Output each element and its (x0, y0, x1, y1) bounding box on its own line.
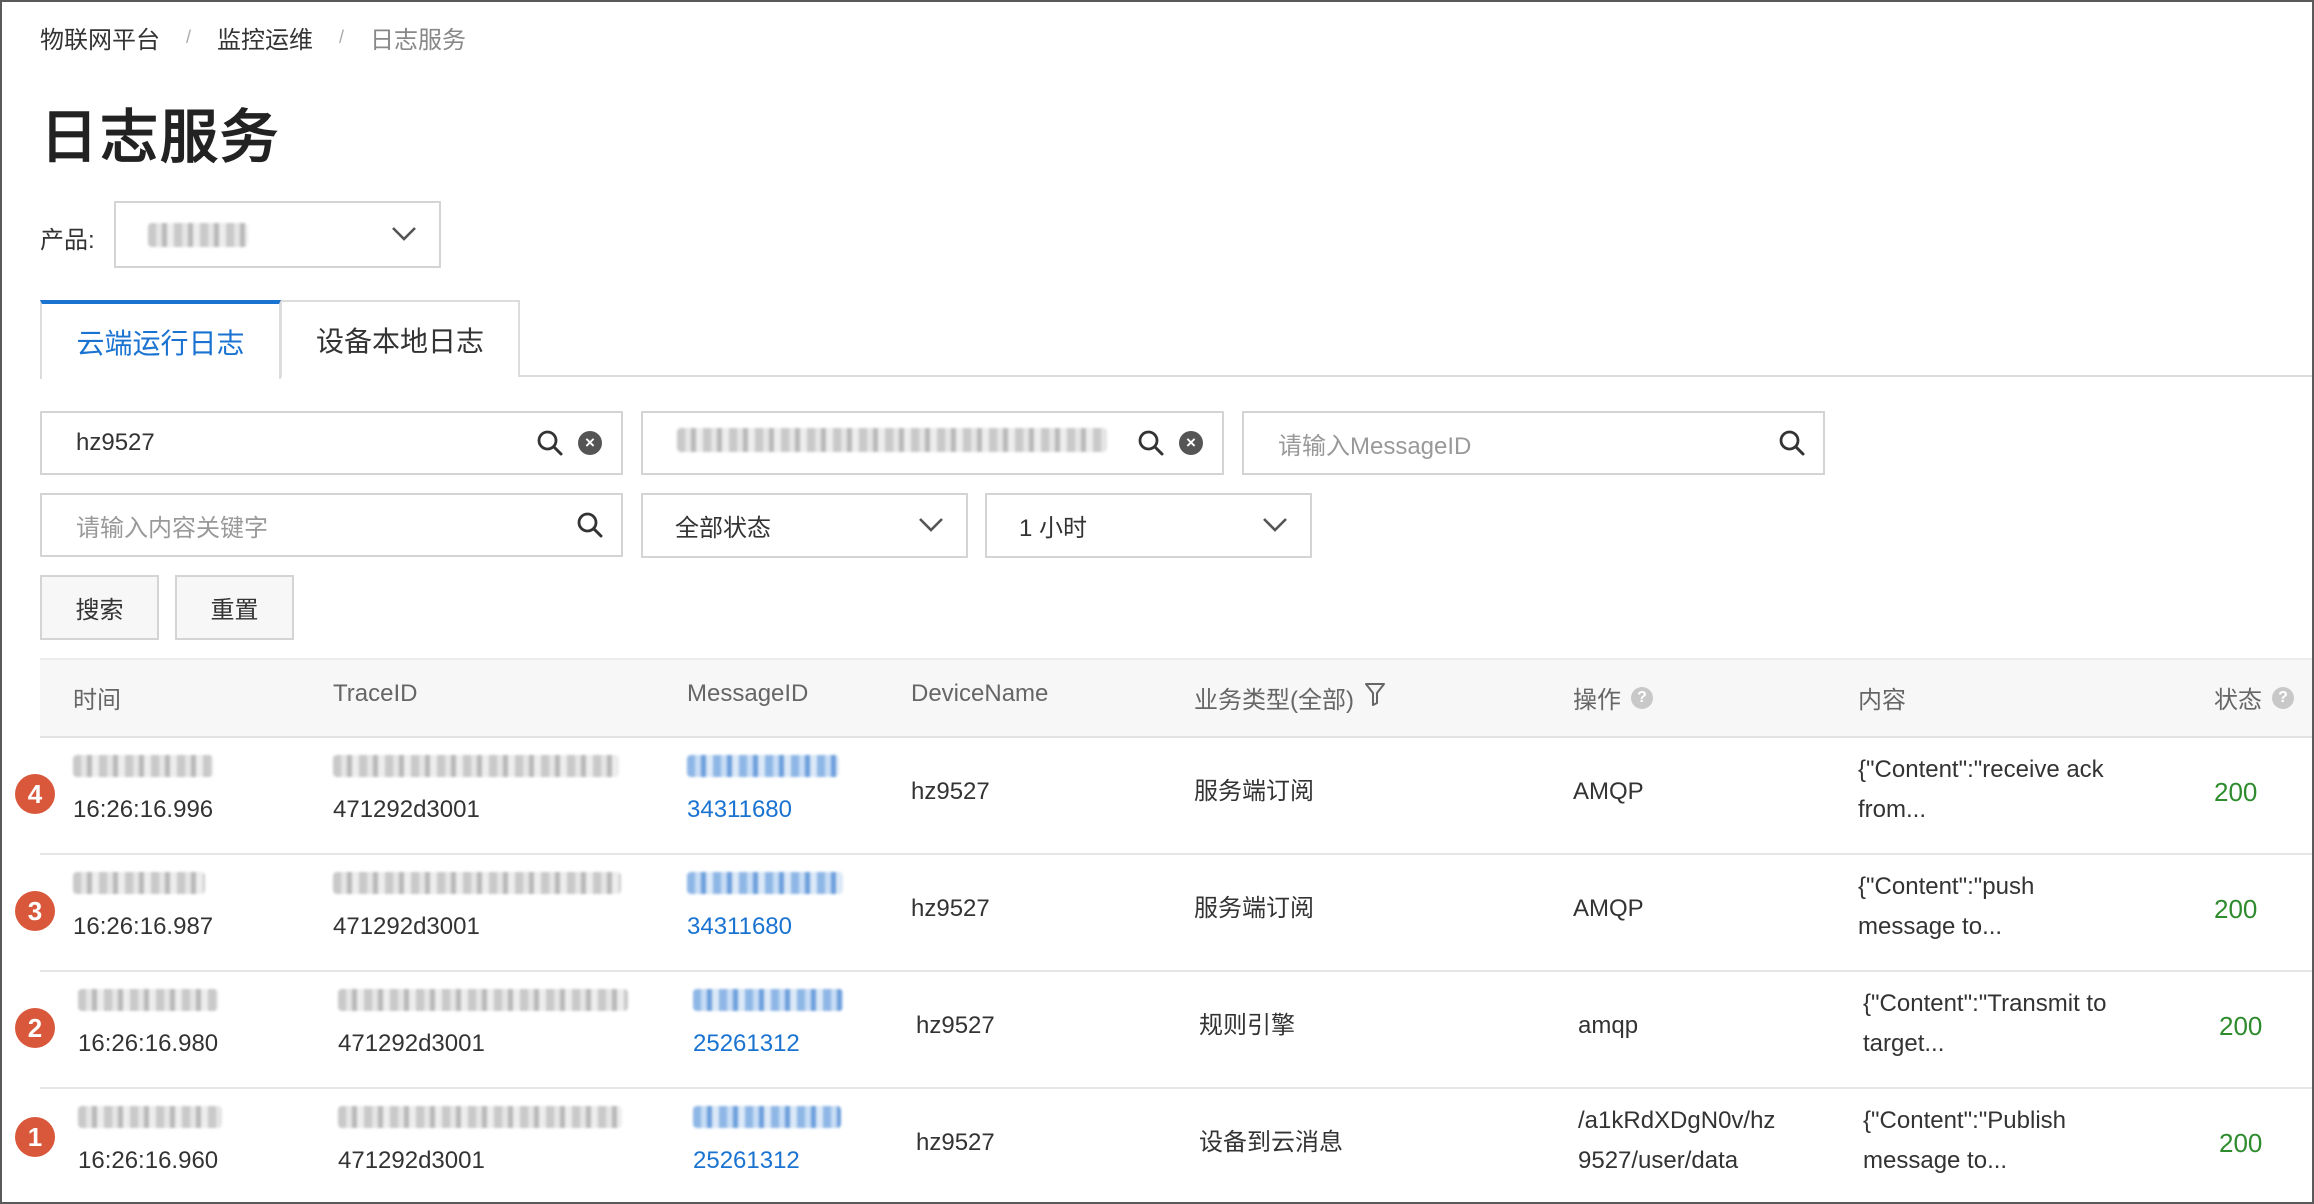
column-message-id: MessageID (687, 680, 809, 707)
column-device-name: DeviceName (911, 680, 1049, 707)
filter-icon[interactable] (1364, 681, 1386, 714)
breadcrumb-log-service: 日志服务 (370, 27, 467, 54)
time-cell: 16:26:16.996 (73, 750, 213, 830)
page-title: 日志服务 (40, 105, 281, 170)
status-cell: 200 (2214, 777, 2258, 807)
status-cell: 200 (2219, 1011, 2263, 1041)
column-trace-id: TraceID (333, 680, 418, 707)
product-label: 产品: (40, 227, 95, 254)
trace-id-cell: 471292d3001 (338, 1101, 622, 1181)
content-cell[interactable]: {"Content":"Transmit to target... (1863, 984, 2106, 1064)
step-marker: 1 (15, 1117, 55, 1157)
message-id-link[interactable]: 34311680 (687, 867, 843, 947)
breadcrumb-separator: / (186, 27, 192, 47)
clear-icon[interactable]: × (1176, 428, 1206, 458)
help-icon[interactable]: ? (1631, 686, 1653, 709)
time-cell: 16:26:16.987 (73, 867, 213, 947)
status-select-value: 全部状态 (675, 515, 771, 542)
product-value-redacted (148, 222, 248, 247)
status-cell: 200 (2214, 894, 2258, 924)
step-marker: 3 (15, 891, 55, 931)
operation-cell: AMQP (1573, 895, 1644, 922)
help-icon[interactable]: ? (2272, 686, 2294, 709)
search-icon[interactable] (535, 428, 565, 458)
trace-id-value-redacted (677, 427, 1107, 452)
content-cell[interactable]: {"Content":"receive ack from... (1858, 750, 2104, 830)
device-name-cell: hz9527 (911, 895, 990, 922)
chevron-down-icon (1262, 512, 1288, 540)
tab-device-local-log[interactable]: 设备本地日志 (280, 300, 520, 377)
trace-id-input[interactable]: × (641, 411, 1224, 475)
device-name-value: hz9527 (76, 429, 155, 456)
operation-cell: AMQP (1573, 778, 1644, 805)
column-content: 内容 (1858, 687, 1906, 714)
device-name-cell: hz9527 (911, 778, 990, 805)
message-id-input[interactable]: 请输入MessageID (1242, 411, 1825, 475)
clear-icon[interactable]: × (575, 428, 605, 458)
content-cell[interactable]: {"Content":"Publish message to... (1863, 1101, 2066, 1181)
breadcrumb: 物联网平台 / 监控运维 / 日志服务 (40, 20, 466, 55)
search-icon[interactable] (575, 510, 605, 540)
time-cell: 16:26:16.960 (78, 1101, 222, 1181)
time-range-select[interactable]: 1 小时 (985, 493, 1312, 558)
keyword-input[interactable]: 请输入内容关键字 (40, 493, 623, 557)
chevron-down-icon (391, 221, 417, 249)
message-id-link[interactable]: 25261312 (693, 984, 843, 1064)
device-name-cell: hz9527 (916, 1129, 995, 1156)
search-icon[interactable] (1136, 428, 1166, 458)
status-select[interactable]: 全部状态 (641, 493, 968, 558)
search-icon[interactable] (1777, 428, 1807, 458)
trace-id-cell: 471292d3001 (338, 984, 628, 1064)
biz-type-cell: 规则引擎 (1199, 1012, 1295, 1039)
message-id-placeholder: 请输入MessageID (1278, 432, 1472, 460)
column-biz-type[interactable]: 业务类型(全部) (1194, 680, 1386, 715)
operation-cell: /a1kRdXDgN0v/hz 9527/user/data (1578, 1107, 1776, 1174)
device-name-input[interactable]: hz9527 × (40, 411, 623, 475)
reset-button[interactable]: 重置 (175, 575, 294, 640)
time-range-value: 1 小时 (1019, 515, 1088, 542)
product-select[interactable] (114, 201, 441, 268)
chevron-down-icon (918, 512, 944, 540)
column-status: 状态 ? (2214, 680, 2294, 715)
biz-type-cell: 服务端订阅 (1194, 778, 1314, 805)
time-cell: 16:26:16.980 (78, 984, 218, 1064)
step-marker: 4 (15, 774, 55, 814)
device-name-cell: hz9527 (916, 1012, 995, 1039)
content-cell[interactable]: {"Content":"push message to... (1858, 867, 2034, 947)
trace-id-cell: 471292d3001 (333, 867, 621, 947)
trace-id-cell: 471292d3001 (333, 750, 619, 830)
search-button[interactable]: 搜索 (40, 575, 159, 640)
operation-cell: amqp (1578, 1012, 1639, 1039)
message-id-link[interactable]: 34311680 (687, 750, 839, 830)
step-marker: 2 (15, 1008, 55, 1048)
tab-cloud-log[interactable]: 云端运行日志 (40, 300, 281, 379)
column-operation: 操作 ? (1573, 680, 1653, 715)
status-cell: 200 (2219, 1128, 2263, 1158)
keyword-placeholder: 请输入内容关键字 (76, 514, 268, 542)
biz-type-cell: 服务端订阅 (1194, 895, 1314, 922)
message-id-link[interactable]: 25261312 (693, 1101, 841, 1181)
breadcrumb-monitoring[interactable]: 监控运维 (217, 20, 313, 55)
breadcrumb-separator: / (339, 27, 345, 47)
biz-type-cell: 设备到云消息 (1199, 1129, 1343, 1156)
column-time: 时间 (73, 687, 121, 714)
breadcrumb-iot-platform[interactable]: 物联网平台 (40, 20, 160, 55)
